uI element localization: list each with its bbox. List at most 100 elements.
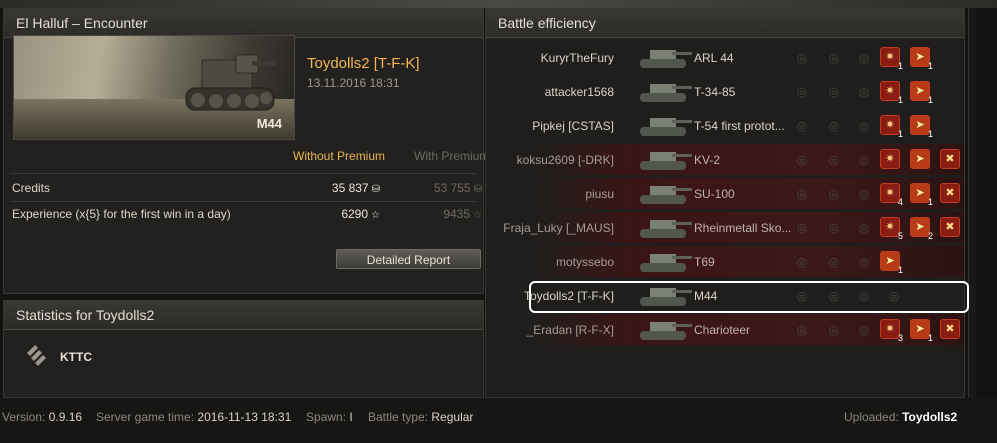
assist-icon: ◎: [828, 255, 840, 269]
achievement-count: 1: [927, 197, 933, 207]
fire-hit-icon[interactable]: ➤ 1: [910, 115, 933, 139]
vehicle-name: ARL 44: [694, 51, 734, 65]
tank-illustration: [185, 54, 276, 111]
player-name: Fraja_Luky [_MAUS]: [503, 221, 614, 235]
kttc-logo-icon[interactable]: [25, 343, 49, 367]
assist-icon: ◎: [828, 221, 840, 235]
spawn-info: Spawn: I: [306, 410, 353, 424]
assist-icon: ◎: [828, 51, 840, 65]
credits-icon: ⛁: [371, 184, 380, 195]
tank-icon: [636, 180, 694, 208]
fire-hit-icon[interactable]: ➤: [910, 149, 930, 169]
vehicle-name: T-34-85: [694, 85, 736, 99]
spotted-icon: ◎: [796, 221, 808, 235]
damage-icon[interactable]: ✷ 5: [880, 217, 903, 241]
fire-hit-icon[interactable]: ➤ 1: [910, 319, 933, 343]
statistics-header: Statistics for Toydolls2: [4, 301, 483, 330]
player-row[interactable]: motysseboT69◎◎◎◎➤1: [486, 246, 964, 277]
fire-hit-icon[interactable]: ➤ 1: [910, 47, 933, 71]
tank-name: M44: [256, 116, 282, 131]
defense-icon: ◎: [858, 51, 870, 65]
player-name: KuryrTheFury: [540, 51, 614, 65]
achievement-count: 1: [897, 129, 903, 139]
player-name: Toydolls2 [T-F-K]: [307, 55, 420, 72]
assist-icon: ◎: [828, 187, 840, 201]
kill-icon[interactable]: ✖: [940, 149, 960, 169]
vehicle-name: T-54 first protot...: [694, 119, 785, 133]
vehicle-name: T69: [694, 255, 715, 269]
assist-icon: ◎: [828, 153, 840, 167]
damage-icon[interactable]: ✷ 4: [880, 183, 903, 207]
xp-star-icon: ☆: [473, 210, 482, 221]
player-row[interactable]: koksu2609 [-DRK]KV-2◎◎◎◎✷➤✖: [486, 144, 964, 175]
player-row[interactable]: KuryrTheFuryARL 44◎◎◎◎✷1➤1: [486, 42, 964, 73]
uploaded-info: Uploaded: Toydolls2: [844, 410, 958, 424]
achievement-count: 1: [897, 265, 903, 275]
tank-icon: [636, 214, 694, 242]
achievement-count: 1: [927, 333, 933, 343]
experience-label: Experience (x{5} for the first win in a …: [12, 207, 231, 221]
credits-with-premium: 53 755 ⛁: [433, 181, 482, 195]
fire-hit-icon[interactable]: ➤ 1: [910, 183, 933, 207]
player-row[interactable]: _Eradan [R-F-X]Charioteer◎◎◎◎✷3➤1✖: [486, 314, 964, 345]
battle-efficiency-title: Battle efficiency: [498, 15, 596, 31]
with-premium-header: With Premium: [414, 149, 490, 163]
achievement-count: 2: [927, 231, 933, 241]
spotted-icon: ◎: [796, 51, 808, 65]
statistics-title: Statistics for Toydolls2: [16, 307, 155, 323]
damage-icon[interactable]: ✷ 3: [880, 319, 903, 343]
achievement-count: 1: [927, 95, 933, 105]
fire-hit-icon[interactable]: ➤ 1: [910, 81, 933, 105]
spotted-icon: ◎: [796, 153, 808, 167]
vehicle-name: Rheinmetall Sko...: [694, 221, 792, 235]
damage-icon[interactable]: ✷ 1: [880, 47, 903, 71]
defense-icon: ◎: [858, 187, 870, 201]
tank-icon: [636, 112, 694, 140]
top-strip: [0, 0, 997, 8]
kill-icon[interactable]: ✖: [940, 183, 960, 203]
assist-icon: ◎: [828, 323, 840, 337]
player-row[interactable]: piusuSU-100◎◎◎◎✷4➤1✖: [486, 178, 964, 209]
version-info: Version: 0.9.16: [2, 410, 83, 424]
kill-icon[interactable]: ✖: [940, 319, 960, 339]
player-row[interactable]: Fraja_Luky [_MAUS]Rheinmetall Sko...◎◎◎◎…: [486, 212, 964, 243]
kill-icon[interactable]: ✖: [940, 217, 960, 237]
defense-icon: ◎: [858, 323, 870, 337]
vehicle-name: KV-2: [694, 153, 721, 167]
damage-icon[interactable]: ✷: [880, 149, 900, 169]
statistics-panel: Statistics for Toydolls2: [3, 300, 484, 398]
battle-datetime: 13.11.2016 18:31: [307, 76, 400, 90]
fire-hit-icon[interactable]: ➤ 2: [910, 217, 933, 241]
damage-icon[interactable]: ✷ 1: [880, 81, 903, 105]
scrollbar[interactable]: [968, 8, 976, 398]
damage-icon[interactable]: ✷ 1: [880, 115, 903, 139]
defense-icon: ◎: [858, 221, 870, 235]
tank-icon: [636, 248, 694, 276]
spotted-icon: ◎: [796, 85, 808, 99]
experience-with-premium: 9435 ☆: [443, 207, 482, 221]
achievement-count: 1: [897, 61, 903, 71]
tank-icon: [636, 146, 694, 174]
defense-icon: ◎: [858, 85, 870, 99]
player-row[interactable]: Pipkej [CSTAS]T-54 first protot...◎◎◎◎✷1…: [486, 110, 964, 141]
achievement-count: 1: [927, 61, 933, 71]
kttc-link[interactable]: KTTC: [60, 350, 92, 364]
spotted-icon: ◎: [796, 323, 808, 337]
divider: [10, 201, 476, 202]
achievement-count: 5: [897, 231, 903, 241]
player-name: Pipkej [CSTAS]: [532, 119, 614, 133]
player-name: koksu2609 [-DRK]: [516, 153, 614, 167]
battle-type-info: Battle type: Regular: [368, 410, 474, 424]
battle-efficiency-header: Battle efficiency: [486, 9, 964, 38]
credits-label: Credits: [12, 181, 51, 195]
achievement-count: 1: [897, 95, 903, 105]
defense-icon: ◎: [858, 153, 870, 167]
achievement-count: 4: [897, 197, 903, 207]
fire-hit-icon[interactable]: ➤ 1: [880, 251, 903, 275]
defense-icon: ◎: [858, 255, 870, 269]
detailed-report-button[interactable]: Detailed Report: [336, 249, 481, 269]
xp-star-icon: ☆: [371, 210, 380, 221]
player-row[interactable]: attacker1568T-34-85◎◎◎◎✷1➤1: [486, 76, 964, 107]
player-name: piusu: [585, 187, 614, 201]
assist-icon: ◎: [828, 85, 840, 99]
